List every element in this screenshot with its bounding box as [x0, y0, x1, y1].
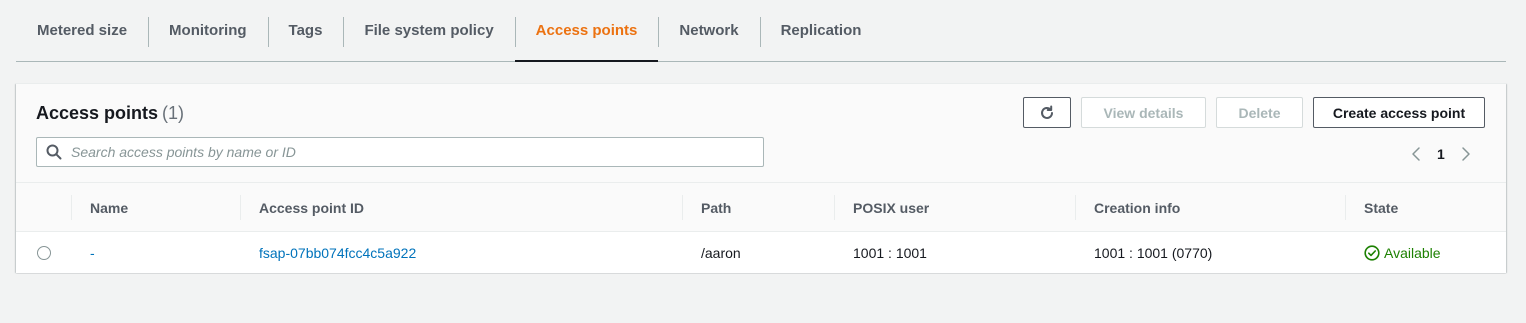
tab-file-system-policy[interactable]: File system policy	[343, 0, 514, 61]
column-header-posix-user[interactable]: POSIX user	[834, 183, 929, 232]
name-link[interactable]: -	[90, 245, 95, 261]
create-access-point-button[interactable]: Create access point	[1313, 97, 1485, 128]
tab-metered-size[interactable]: Metered size	[16, 0, 148, 61]
view-details-button[interactable]: View details	[1081, 97, 1206, 128]
table-header: Name Access point ID Path POSIX user Cre…	[16, 183, 1506, 232]
cell-access-point-id: fsap-07bb074fcc4c5a922	[240, 233, 416, 273]
panel-title-text: Access points	[36, 103, 159, 123]
tab-tags[interactable]: Tags	[267, 0, 344, 61]
search-input[interactable]	[71, 144, 751, 160]
column-header-access-point-id[interactable]: Access point ID	[240, 183, 364, 232]
panel-header: Access points (1) View details Delete Cre…	[16, 84, 1506, 183]
search-box	[36, 137, 764, 167]
tab-replication[interactable]: Replication	[759, 0, 883, 61]
table-row: - fsap-07bb074fcc4c5a922 /aaron 1001 : 1…	[16, 233, 1506, 273]
column-header-path[interactable]: Path	[682, 183, 731, 232]
panel-title: Access points (1)	[36, 103, 184, 124]
tab-monitoring[interactable]: Monitoring	[148, 0, 267, 61]
column-header-state[interactable]: State	[1345, 183, 1398, 232]
panel-count: (1)	[162, 103, 185, 123]
column-header-creation-info[interactable]: Creation info	[1075, 183, 1180, 232]
status-text: Available	[1384, 245, 1441, 261]
tab-access-points[interactable]: Access points	[514, 0, 659, 62]
column-header-name[interactable]: Name	[71, 183, 128, 232]
cell-posix-user: 1001 : 1001	[853, 245, 927, 261]
access-points-panel: Access points (1) View details Delete Cre…	[16, 83, 1506, 273]
refresh-icon	[1041, 105, 1053, 119]
chevron-left-icon[interactable]	[1411, 146, 1421, 162]
search-icon	[37, 144, 71, 160]
cell-creation-info: 1001 : 1001 (0770)	[1094, 245, 1213, 261]
pagination: 1	[1411, 144, 1471, 164]
row-select-radio[interactable]	[37, 246, 51, 260]
cell-name: -	[71, 233, 95, 273]
check-circle-icon	[1364, 245, 1380, 261]
tab-network[interactable]: Network	[658, 0, 759, 61]
page-number[interactable]: 1	[1437, 146, 1445, 162]
chevron-right-icon[interactable]	[1461, 146, 1471, 162]
cell-path: /aaron	[701, 245, 741, 261]
cell-state: Available	[1345, 233, 1441, 273]
delete-button[interactable]: Delete	[1216, 97, 1303, 128]
access-point-id-link[interactable]: fsap-07bb074fcc4c5a922	[259, 245, 416, 261]
tab-bar: Metered size Monitoring Tags File system…	[16, 0, 1506, 62]
refresh-button[interactable]	[1023, 97, 1071, 128]
